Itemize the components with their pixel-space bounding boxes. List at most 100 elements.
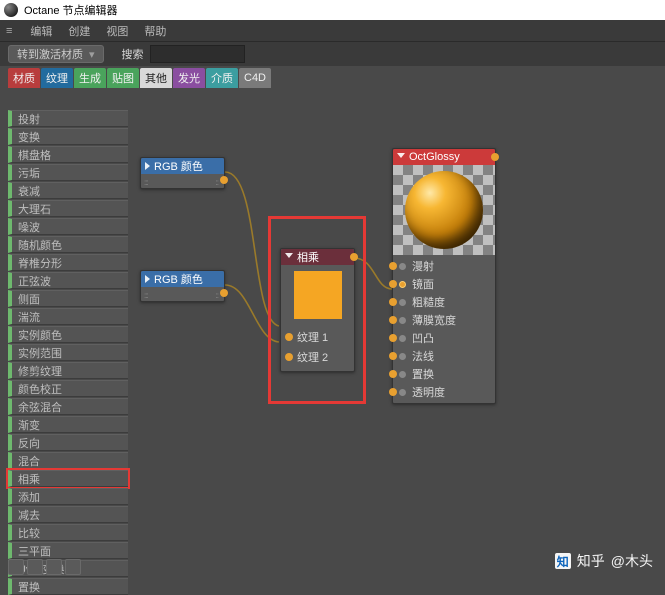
input-list: 纹理 1 纹理 2 xyxy=(281,329,354,371)
glossy-param[interactable]: 漫射 xyxy=(393,257,495,275)
menu-edit[interactable]: 编辑 xyxy=(30,23,52,39)
canvas-control-button[interactable] xyxy=(46,559,62,575)
canvas-control-button[interactable] xyxy=(27,559,43,575)
param-label: 置换 xyxy=(412,366,434,382)
input-texture-2[interactable]: 纹理 2 xyxy=(285,349,350,365)
output-port[interactable] xyxy=(491,153,499,161)
node-body xyxy=(281,265,354,329)
output-port[interactable] xyxy=(220,176,228,184)
glossy-param[interactable]: 透明度 xyxy=(393,383,495,401)
search-label: 搜索 xyxy=(122,46,144,62)
param-dot-icon xyxy=(399,281,406,288)
preview-sphere-icon xyxy=(405,171,483,249)
input-port[interactable] xyxy=(389,262,397,270)
param-label: 镜面 xyxy=(412,276,434,292)
input-port[interactable] xyxy=(389,298,397,306)
param-dot-icon xyxy=(399,389,406,396)
grip-icon: :: xyxy=(216,178,218,187)
canvas-control-button[interactable] xyxy=(65,559,81,575)
param-dot-icon xyxy=(399,317,406,324)
color-swatch xyxy=(294,271,342,319)
param-dot-icon xyxy=(399,353,406,360)
canvas-control-button[interactable] xyxy=(8,559,24,575)
param-list: 漫射镜面粗糙度薄膜宽度凹凸法线置换透明度 xyxy=(393,255,495,403)
workspace: 投射变换棋盘格污垢衰减大理石噪波随机颜色脊椎分形正弦波侧面湍流实例颜色实例范围修… xyxy=(0,90,665,579)
glossy-param[interactable]: 粗糙度 xyxy=(393,293,495,311)
tab-贴图[interactable]: 贴图 xyxy=(107,68,139,88)
glossy-param[interactable]: 薄膜宽度 xyxy=(393,311,495,329)
collapse-icon[interactable] xyxy=(145,162,150,170)
watermark-brand: 知乎 xyxy=(577,551,605,571)
param-dot-icon xyxy=(399,263,406,270)
tab-介质[interactable]: 介质 xyxy=(206,68,238,88)
node-header[interactable]: RGB 颜色 xyxy=(141,271,224,287)
output-port[interactable] xyxy=(220,289,228,297)
grip-icon: ::: xyxy=(144,178,148,187)
glossy-param[interactable]: 置换 xyxy=(393,365,495,383)
node-title: RGB 颜色 xyxy=(154,271,203,287)
input-port[interactable] xyxy=(389,352,397,360)
palette-item[interactable]: 置换 xyxy=(8,578,128,595)
node-canvas[interactable]: RGB 颜色 ::: :: RGB 颜色 ::: :: 相乘 xyxy=(0,90,665,579)
glossy-param[interactable]: 凹凸 xyxy=(393,329,495,347)
input-port[interactable] xyxy=(285,353,293,361)
grip-icon: :: xyxy=(216,291,218,300)
tab-发光[interactable]: 发光 xyxy=(173,68,205,88)
param-dot-icon xyxy=(399,371,406,378)
node-title: 相乘 xyxy=(297,249,319,265)
glossy-param[interactable]: 镜面 xyxy=(393,275,495,293)
node-oct-glossy[interactable]: OctGlossy 漫射镜面粗糙度薄膜宽度凹凸法线置换透明度 xyxy=(392,148,496,404)
menu-bar: ≡ 编辑 创建 视图 帮助 xyxy=(0,20,665,42)
node-title: RGB 颜色 xyxy=(154,158,203,174)
collapse-icon[interactable] xyxy=(285,253,293,262)
input-label: 纹理 2 xyxy=(297,349,328,365)
grip-icon: ::: xyxy=(144,291,148,300)
tab-生成[interactable]: 生成 xyxy=(74,68,106,88)
zhihu-logo-icon: 知 xyxy=(555,553,571,569)
menu-toggle-icon[interactable]: ≡ xyxy=(6,25,12,37)
input-port[interactable] xyxy=(389,334,397,342)
node-title: OctGlossy xyxy=(409,151,460,163)
node-header[interactable]: RGB 颜色 xyxy=(141,158,224,174)
tab-C4D[interactable]: C4D xyxy=(239,68,271,88)
window-title: Octane 节点编辑器 xyxy=(24,2,118,18)
input-port[interactable] xyxy=(389,388,397,396)
input-port[interactable] xyxy=(389,370,397,378)
activate-material-label: 转到激活材质 xyxy=(17,46,83,62)
node-header[interactable]: 相乘 xyxy=(281,249,354,265)
menu-view[interactable]: 视图 xyxy=(106,23,128,39)
param-dot-icon xyxy=(399,335,406,342)
collapse-icon[interactable] xyxy=(145,275,150,283)
node-rgb-color-2[interactable]: RGB 颜色 ::: :: xyxy=(140,270,225,302)
category-tabs: 材质纹理生成贴图其他发光介质C4D xyxy=(0,68,665,88)
input-port[interactable] xyxy=(389,316,397,324)
app-logo-icon xyxy=(4,3,18,17)
tab-材质[interactable]: 材质 xyxy=(8,68,40,88)
param-label: 漫射 xyxy=(412,258,434,274)
tab-纹理[interactable]: 纹理 xyxy=(41,68,73,88)
param-dot-icon xyxy=(399,299,406,306)
node-multiply[interactable]: 相乘 纹理 1 纹理 2 xyxy=(280,248,355,372)
menu-create[interactable]: 创建 xyxy=(68,23,90,39)
canvas-controls xyxy=(8,559,81,575)
search-group: 搜索 xyxy=(122,45,245,63)
search-input[interactable] xyxy=(150,45,245,63)
menu-help[interactable]: 帮助 xyxy=(144,23,166,39)
input-port[interactable] xyxy=(389,280,397,288)
param-label: 法线 xyxy=(412,348,434,364)
activate-material-button[interactable]: 转到激活材质 ▾ xyxy=(8,45,104,63)
glossy-param[interactable]: 法线 xyxy=(393,347,495,365)
param-label: 凹凸 xyxy=(412,330,434,346)
material-preview xyxy=(393,165,495,255)
input-texture-1[interactable]: 纹理 1 xyxy=(285,329,350,345)
output-port[interactable] xyxy=(350,253,358,261)
dropdown-icon: ▾ xyxy=(89,48,95,61)
param-label: 薄膜宽度 xyxy=(412,312,456,328)
param-label: 粗糙度 xyxy=(412,294,445,310)
input-label: 纹理 1 xyxy=(297,329,328,345)
collapse-icon[interactable] xyxy=(397,153,405,162)
node-rgb-color-1[interactable]: RGB 颜色 ::: :: xyxy=(140,157,225,189)
node-header[interactable]: OctGlossy xyxy=(393,149,495,165)
tab-其他[interactable]: 其他 xyxy=(140,68,172,88)
input-port[interactable] xyxy=(285,333,293,341)
